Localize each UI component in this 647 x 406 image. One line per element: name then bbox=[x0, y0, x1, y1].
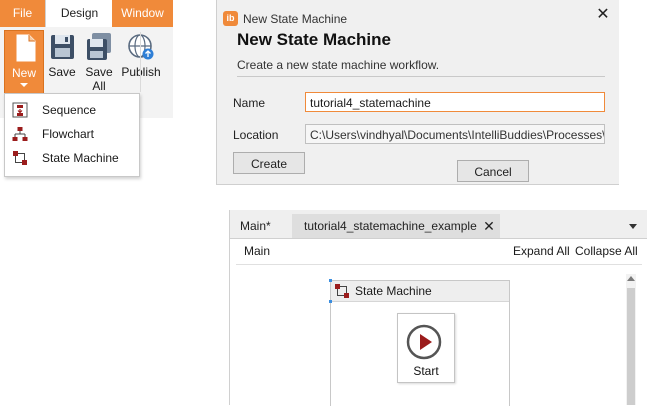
close-tab-icon[interactable]: ✕ bbox=[482, 214, 496, 238]
menu-item-sequence-label: Sequence bbox=[42, 103, 97, 117]
new-state-machine-dialog: ib New State Machine ✕ New State Machine… bbox=[216, 0, 619, 185]
location-label: Location bbox=[233, 128, 279, 142]
vertical-scrollbar[interactable] bbox=[626, 274, 636, 405]
start-label: Start bbox=[413, 364, 439, 378]
name-label: Name bbox=[233, 96, 266, 110]
save-all-button[interactable]: Save All bbox=[79, 30, 119, 98]
app-logo-icon: ib bbox=[223, 11, 238, 26]
tab-design[interactable]: Design bbox=[45, 0, 114, 27]
state-machine-activity[interactable]: State Machine Start bbox=[329, 279, 510, 406]
close-icon[interactable]: ✕ bbox=[595, 7, 611, 23]
menu-item-sequence[interactable]: Sequence bbox=[5, 98, 139, 122]
chevron-down-icon bbox=[20, 83, 28, 87]
state-machine-icon bbox=[335, 284, 349, 298]
expand-all-link[interactable]: Expand All bbox=[513, 238, 570, 264]
tabs-dropdown-icon[interactable] bbox=[629, 224, 637, 229]
new-document-icon bbox=[16, 34, 36, 62]
publish-button[interactable]: Publish bbox=[120, 30, 162, 98]
new-dropdown-menu: Sequence Flowchart State Machine bbox=[4, 93, 140, 177]
tab-window[interactable]: Window bbox=[112, 0, 173, 27]
menu-item-state-machine-label: State Machine bbox=[42, 151, 119, 165]
document-tabs: Main* tutorial4_statemachine_example ✕ bbox=[230, 210, 647, 239]
publish-button-label: Publish bbox=[120, 66, 162, 79]
menu-item-flowchart[interactable]: Flowchart bbox=[5, 122, 139, 146]
create-button[interactable]: Create bbox=[233, 152, 305, 174]
state-machine-icon bbox=[13, 151, 27, 165]
dialog-divider bbox=[237, 76, 605, 77]
workflow-designer: Main* tutorial4_statemachine_example ✕ M… bbox=[229, 210, 647, 406]
designer-toolbar: Main Expand All Collapse All bbox=[236, 238, 642, 265]
state-machine-title: State Machine bbox=[355, 284, 432, 298]
flowchart-icon bbox=[12, 127, 28, 141]
new-button-label: New bbox=[11, 66, 36, 80]
name-field[interactable]: tutorial4_statemachine bbox=[305, 92, 605, 112]
dialog-heading: New State Machine bbox=[237, 30, 391, 49]
save-all-label-line1: Save bbox=[85, 65, 113, 79]
tab-main[interactable]: Main* bbox=[240, 214, 271, 238]
tab-tutorial4-statemachine-example[interactable]: tutorial4_statemachine_example bbox=[292, 214, 500, 238]
cancel-button[interactable]: Cancel bbox=[457, 160, 529, 182]
dialog-window-title: New State Machine bbox=[243, 12, 348, 26]
collapse-all-link[interactable]: Collapse All bbox=[575, 238, 638, 264]
save-button-label: Save bbox=[48, 65, 76, 79]
save-all-label-line2: All bbox=[92, 79, 106, 93]
start-node[interactable]: Start bbox=[397, 313, 455, 383]
save-icon bbox=[51, 35, 74, 59]
sequence-icon bbox=[12, 102, 28, 118]
ribbon-divider bbox=[140, 32, 141, 92]
dialog-subtitle: Create a new state machine workflow. bbox=[237, 58, 440, 72]
scrollbar-thumb[interactable] bbox=[627, 288, 635, 405]
tab-file[interactable]: File bbox=[0, 0, 45, 27]
breadcrumb[interactable]: Main bbox=[244, 238, 270, 264]
state-machine-header[interactable]: State Machine bbox=[331, 281, 509, 302]
save-button[interactable]: Save bbox=[42, 30, 82, 98]
selection-handle bbox=[329, 300, 332, 303]
menu-item-state-machine[interactable]: State Machine bbox=[5, 146, 139, 170]
location-field[interactable]: C:\Users\vindhyal\Documents\IntelliBuddi… bbox=[305, 124, 605, 144]
new-button[interactable]: New bbox=[4, 30, 44, 94]
scroll-up-icon[interactable] bbox=[627, 276, 635, 281]
start-play-icon bbox=[406, 324, 442, 360]
save-all-icon bbox=[87, 33, 111, 60]
ribbon-tabs: File Design Window bbox=[0, 0, 173, 27]
selection-handle bbox=[329, 279, 332, 282]
menu-item-flowchart-label: Flowchart bbox=[42, 127, 95, 141]
